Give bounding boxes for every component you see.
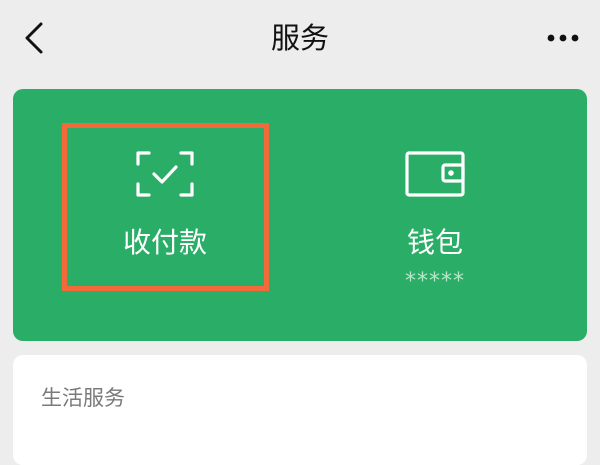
wallet-icon bbox=[405, 151, 465, 197]
wallet-icon-wrapper bbox=[335, 151, 535, 201]
wallet-tile[interactable]: 钱包 ***** bbox=[335, 89, 535, 341]
more-horizontal-icon bbox=[547, 34, 579, 42]
pay-receive-tile[interactable]: 收付款 bbox=[65, 89, 265, 341]
life-services-card: 生活服务 bbox=[13, 355, 587, 465]
payment-card: 收付款 钱包 ***** bbox=[13, 89, 587, 341]
top-nav-bar: 服务 bbox=[0, 0, 600, 78]
life-services-title: 生活服务 bbox=[41, 386, 125, 410]
wallet-label: 钱包 bbox=[406, 226, 463, 259]
pay-receive-label: 收付款 bbox=[122, 226, 207, 259]
pay-icon-wrapper bbox=[65, 151, 265, 201]
wallet-balance-masked: ***** bbox=[405, 269, 465, 294]
page-title: 服务 bbox=[270, 21, 329, 55]
scan-check-icon bbox=[136, 151, 194, 197]
more-button[interactable] bbox=[538, 18, 588, 58]
